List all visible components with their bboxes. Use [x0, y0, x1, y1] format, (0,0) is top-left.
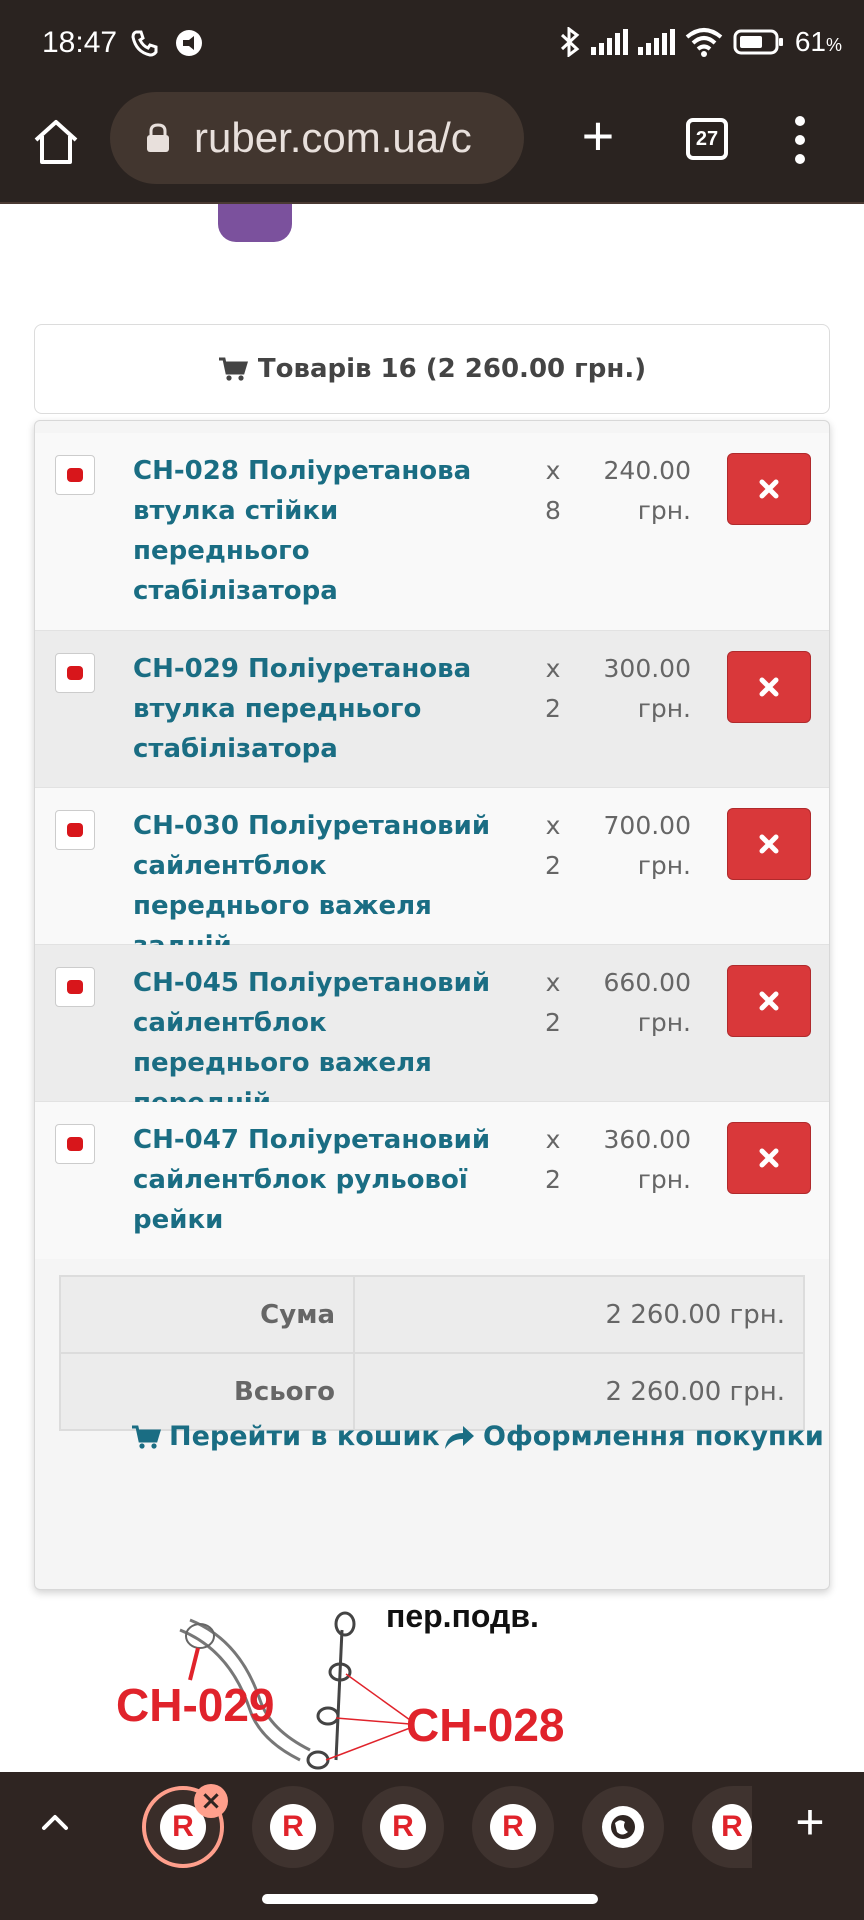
product-link[interactable]: CH-028 Поліуретанова втулка стійки перед…: [133, 451, 503, 611]
product-link[interactable]: CH-029 Поліуретанова втулка переднього с…: [133, 649, 503, 769]
cart-icon: [218, 357, 248, 381]
product-link[interactable]: CH-047 Поліуретановий сайлентблок рульов…: [133, 1120, 503, 1240]
url-text: ruber.com.ua/c: [194, 114, 472, 161]
browser-toolbar: ruber.com.ua/c + 27: [0, 92, 864, 204]
close-icon: [759, 677, 779, 697]
close-icon: [759, 1148, 779, 1168]
close-tab-button[interactable]: ×: [194, 1784, 228, 1818]
web-page: +38073218034 Товарів 16 (2 260.00 грн.) …: [0, 204, 864, 1772]
cart-item: CH-029 Поліуретанова втулка переднього с…: [35, 631, 829, 788]
address-bar[interactable]: ruber.com.ua/c: [110, 92, 524, 184]
go-to-cart-label: Перейти в кошик: [169, 1421, 440, 1452]
tab[interactable]: R: [692, 1786, 752, 1868]
cart-dropdown: CH-028 Поліуретанова втулка стійки перед…: [34, 420, 830, 1590]
cart-item: CH-030 Поліуретановий сайлентблок передн…: [35, 788, 829, 961]
signal-2-icon: [637, 29, 675, 55]
status-right: 61%: [559, 26, 842, 58]
battery-icon: [733, 29, 783, 55]
diagram-title: пер.подв.: [386, 1598, 539, 1634]
diagram-label-ch029: CH-029: [116, 1679, 275, 1731]
phone-number[interactable]: +38073218034: [300, 204, 649, 216]
add-tab-button[interactable]: +: [790, 1797, 830, 1847]
remove-item-button[interactable]: [727, 453, 811, 525]
close-icon: [759, 479, 779, 499]
chevron-up-icon[interactable]: [38, 1806, 72, 1840]
tab-switcher-button[interactable]: 27: [686, 118, 728, 160]
ruber-favicon-icon: R: [380, 1804, 426, 1850]
item-quantity: x2: [545, 654, 561, 723]
item-quantity: x2: [545, 811, 561, 880]
bluetooth-icon: [560, 27, 580, 57]
remove-item-button[interactable]: [727, 808, 811, 880]
product-thumbnail[interactable]: [55, 455, 95, 495]
totals-row-subtotal: Сума 2 260.00 грн.: [59, 1275, 805, 1354]
item-quantity: x2: [545, 1125, 561, 1194]
globe-icon: [602, 1806, 644, 1848]
browser-menu-button[interactable]: [790, 116, 810, 164]
tab[interactable]: R: [252, 1786, 334, 1868]
status-left-icons: [130, 28, 204, 58]
diagram-label-ch028: CH-028: [406, 1699, 565, 1751]
wifi-icon: [685, 28, 723, 57]
item-price: 700.00 грн.: [603, 811, 691, 880]
home-icon[interactable]: [30, 116, 82, 168]
ruber-favicon-icon: R: [490, 1804, 536, 1850]
battery-level: 61%: [794, 26, 842, 57]
item-quantity: x8: [545, 456, 561, 525]
cart-summary: Товарів 16 (2 260.00 грн.): [257, 354, 647, 384]
megaphone-icon: [176, 30, 202, 56]
system-nav-bar: [0, 1882, 864, 1920]
close-icon: [759, 991, 779, 1011]
signal-1-icon: [590, 29, 628, 55]
item-quantity: x2: [545, 968, 561, 1037]
cart-dropdown-button[interactable]: Товарів 16 (2 260.00 грн.): [34, 324, 830, 414]
product-diagram: пер.подв. CH-029 CH-028: [100, 1590, 660, 1772]
lock-icon: [147, 123, 169, 152]
home-indicator[interactable]: [262, 1894, 598, 1904]
cart-totals-table: Сума 2 260.00 грн. Всього 2 260.00 грн.: [59, 1275, 805, 1431]
share-arrow-icon: [445, 1425, 474, 1449]
tab[interactable]: [582, 1786, 664, 1868]
product-thumbnail[interactable]: [55, 967, 95, 1007]
viber-icon[interactable]: [218, 204, 292, 242]
go-to-cart-link[interactable]: Перейти в кошик: [131, 1421, 440, 1452]
product-link[interactable]: CH-030 Поліуретановий сайлентблок передн…: [133, 806, 503, 966]
total-label: Всього: [59, 1352, 355, 1431]
remove-item-button[interactable]: [727, 1122, 811, 1194]
status-time: 18:47: [42, 26, 118, 59]
product-thumbnail[interactable]: [55, 810, 95, 850]
product-link[interactable]: CH-045 Поліуретановий сайлентблок передн…: [133, 963, 503, 1123]
item-price: 300.00 грн.: [603, 654, 691, 723]
subtotal-value: 2 260.00 грн.: [353, 1275, 805, 1354]
ruber-favicon-icon: R: [270, 1804, 316, 1850]
cart-item: CH-047 Поліуретановий сайлентблок рульов…: [35, 1102, 829, 1259]
close-icon: [759, 834, 779, 854]
ruber-favicon-icon: R: [712, 1804, 752, 1850]
item-price: 240.00 грн.: [603, 456, 691, 525]
status-bar: 18:47 61%: [0, 0, 864, 92]
remove-item-button[interactable]: [727, 965, 811, 1037]
cart-icon: [132, 1425, 161, 1449]
wifi-call-icon: [131, 30, 158, 57]
total-value: 2 260.00 грн.: [353, 1352, 805, 1431]
totals-row-total: Всього 2 260.00 грн.: [59, 1352, 805, 1431]
cart-item: CH-045 Поліуретановий сайлентблок передн…: [35, 945, 829, 1118]
item-price: 360.00 грн.: [603, 1125, 691, 1194]
new-tab-button[interactable]: +: [574, 108, 622, 164]
product-thumbnail[interactable]: [55, 1124, 95, 1164]
remove-item-button[interactable]: [727, 651, 811, 723]
cart-item: CH-028 Поліуретанова втулка стійки перед…: [35, 433, 829, 631]
checkout-label: Оформлення покупки: [483, 1421, 824, 1452]
item-price: 660.00 грн.: [603, 968, 691, 1037]
tab-strip: R × R R R R +: [0, 1772, 864, 1882]
tab[interactable]: R: [472, 1786, 554, 1868]
subtotal-label: Сума: [59, 1275, 355, 1354]
product-thumbnail[interactable]: [55, 653, 95, 693]
tab[interactable]: R: [362, 1786, 444, 1868]
checkout-link[interactable]: Оформлення покупки: [443, 1421, 824, 1452]
